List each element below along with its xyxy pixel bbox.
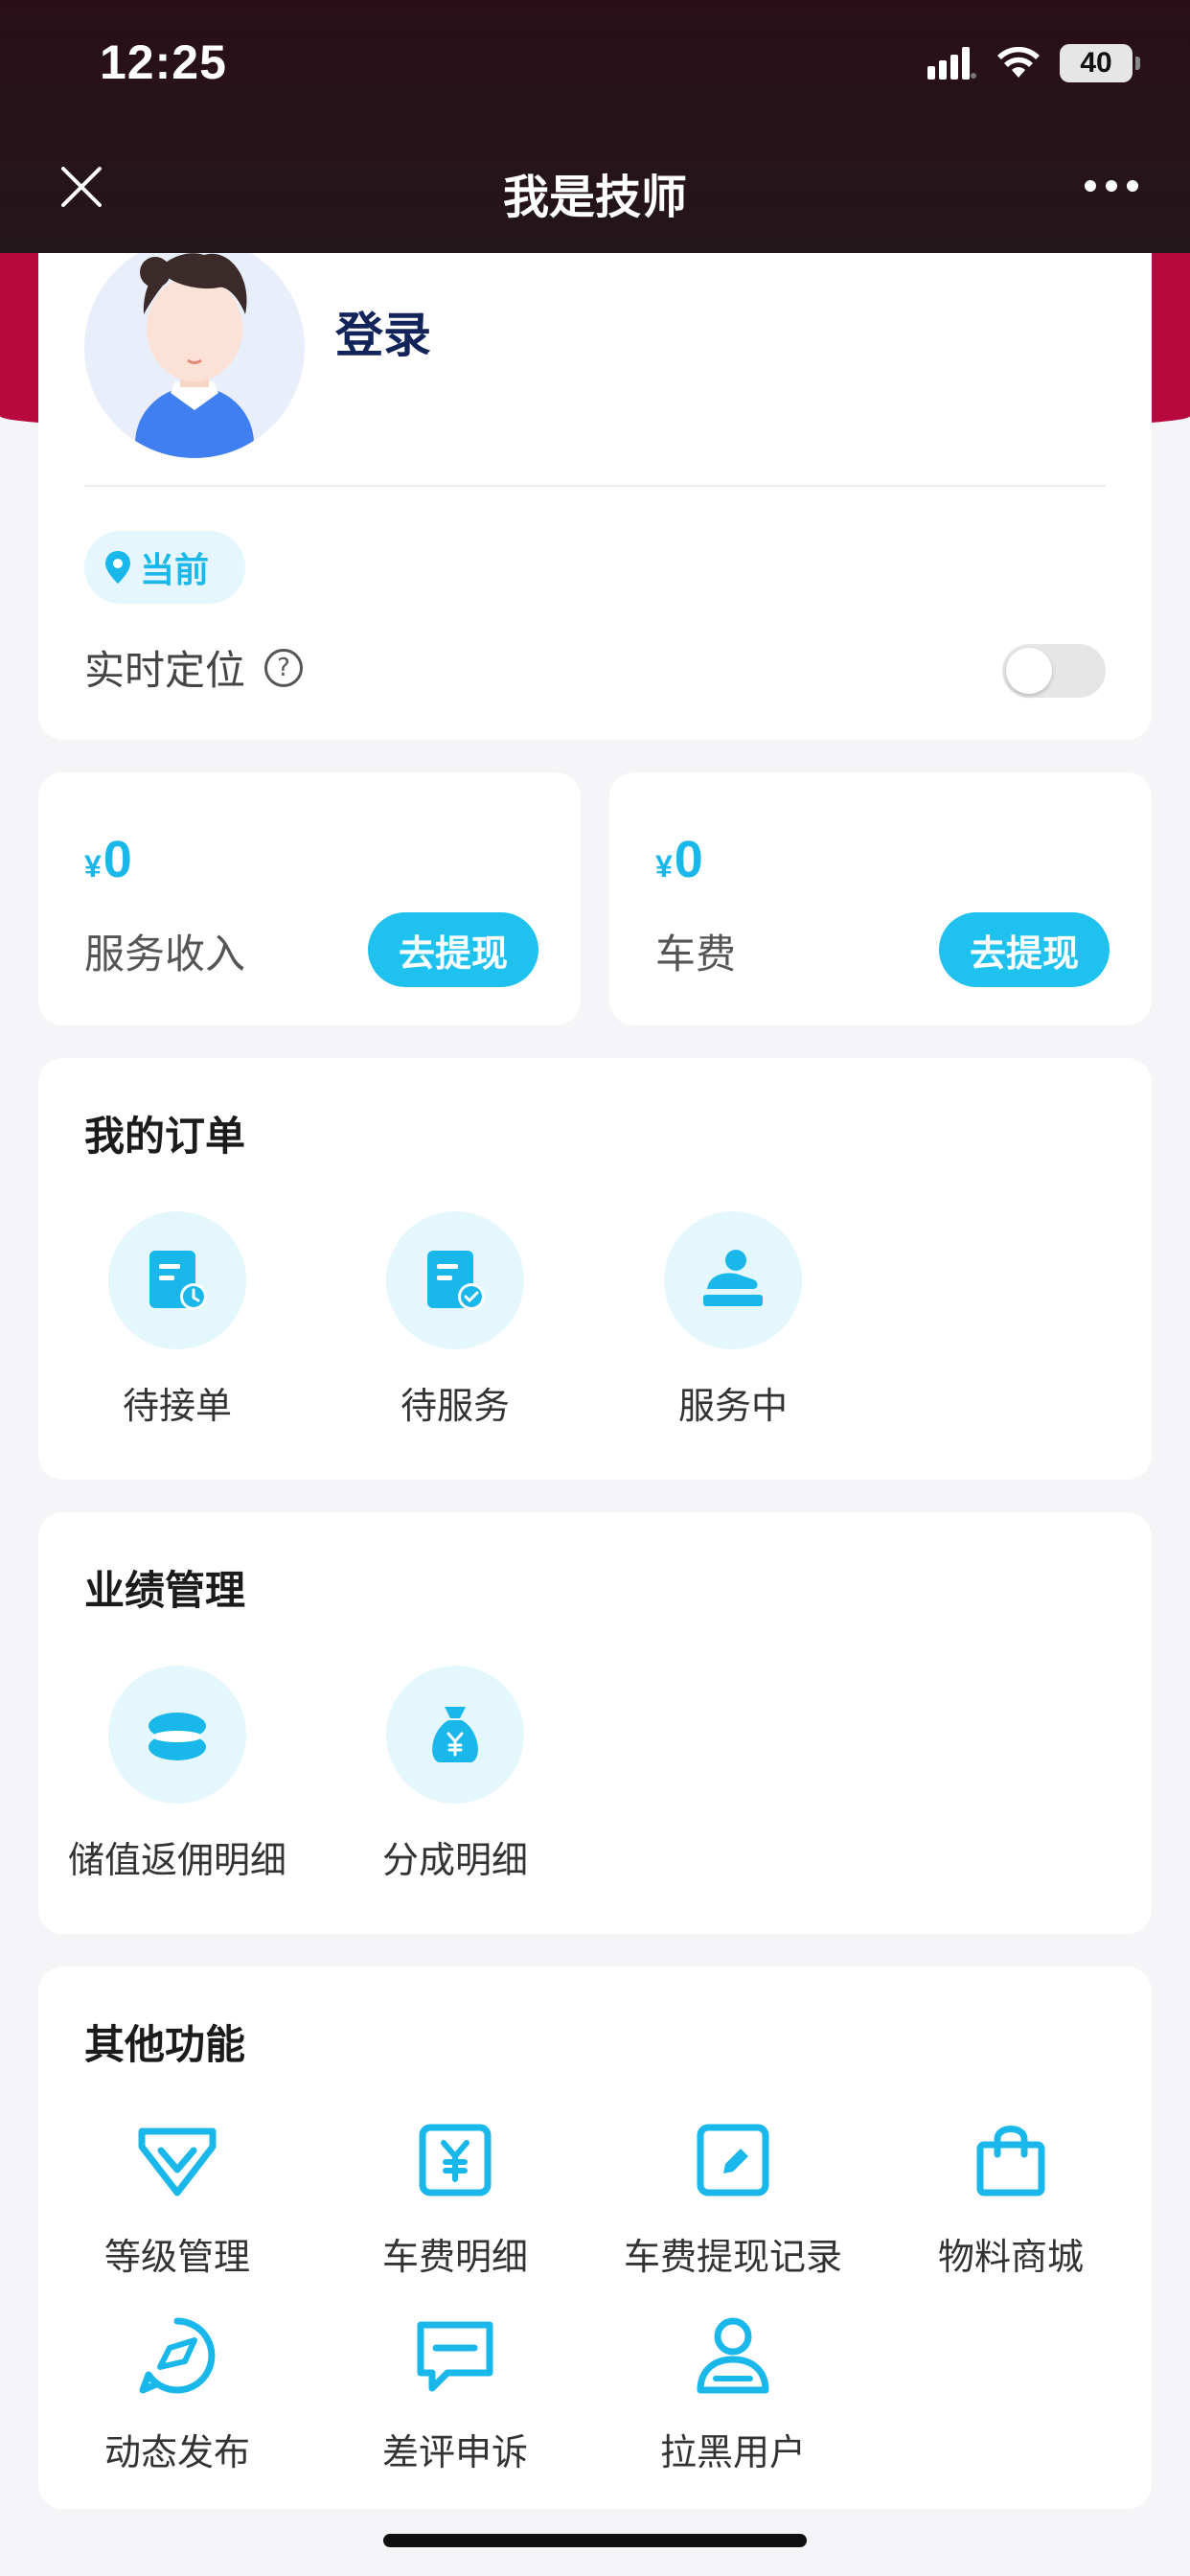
service-income-card: ¥0 服务收入 去提现: [38, 772, 581, 1025]
signal-icon: [927, 47, 976, 80]
realtime-location-row: 实时定位 ?: [84, 638, 304, 697]
status-time: 12:25: [100, 35, 227, 89]
more-icon[interactable]: [1085, 180, 1138, 192]
home-indicator[interactable]: [383, 2534, 807, 2547]
location-chip[interactable]: 当前: [84, 531, 245, 604]
perf-item-label: 分成明细: [381, 1839, 528, 1881]
car-fee-amount: ¥0: [655, 831, 703, 888]
shopping-bag-icon: [976, 2126, 1045, 2196]
order-item-label: 服务中: [677, 1385, 788, 1427]
other-item-label: 等级管理: [103, 2236, 250, 2278]
in-service-icon: [703, 1250, 763, 1306]
top-bar: 12:25 40 我是技师: [0, 0, 1190, 253]
wifi-icon: [997, 47, 1040, 78]
message-icon: [417, 2321, 493, 2392]
yen-receipt-icon: [419, 2124, 492, 2196]
order-item-label: 待接单: [122, 1385, 232, 1427]
divider: [84, 485, 1106, 487]
help-icon[interactable]: ?: [264, 648, 304, 687]
coins-icon: [149, 1713, 206, 1760]
diamond-icon: [138, 2128, 217, 2196]
perf-item-label: 储值返佣明细: [67, 1839, 286, 1881]
order-item-in-service[interactable]: 服务中: [594, 1211, 872, 1429]
performance-title: 业绩管理: [84, 1567, 246, 1614]
orders-card: 我的订单 待接单 待服务 服务中: [38, 1058, 1152, 1480]
compass-icon: [139, 2317, 216, 2394]
other-item-label: 车费明细: [381, 2236, 528, 2278]
order-item-label: 待服务: [400, 1385, 510, 1427]
order-item-pending[interactable]: 待接单: [38, 1211, 316, 1429]
money-bag-icon: [432, 1707, 478, 1762]
other-item-label: 动态发布: [103, 2431, 250, 2473]
other-item-blacklist[interactable]: 拉黑用户: [594, 2308, 872, 2475]
other-item-material-mall[interactable]: 物料商城: [872, 2112, 1150, 2280]
car-fee-label: 车费: [655, 931, 737, 978]
login-link[interactable]: 登录: [335, 297, 431, 366]
car-fee-card: ¥0 车费 去提现: [609, 772, 1152, 1025]
other-item-appeal[interactable]: 差评申诉: [316, 2308, 594, 2475]
battery-indicator: 40: [1060, 44, 1140, 82]
other-item-withdraw-record[interactable]: 车费提现记录: [594, 2112, 872, 2280]
realtime-location-label: 实时定位: [84, 647, 246, 694]
other-item-post-moment[interactable]: 动态发布: [38, 2308, 316, 2475]
other-functions-card: 其他功能 等级管理 车费明细 车费提现记录 物料商城 动态发布 差评申诉 拉黑用…: [38, 1966, 1152, 2509]
profile-card: 登录 当前 实时定位 ?: [38, 192, 1152, 740]
service-income-label: 服务收入: [84, 931, 246, 978]
car-withdraw-button[interactable]: 去提现: [939, 912, 1110, 987]
perf-item-commission[interactable]: 储值返佣明细: [38, 1666, 316, 1883]
orders-title: 我的订单: [84, 1113, 246, 1160]
user-icon: [697, 2317, 769, 2394]
other-item-label: 拉黑用户: [659, 2431, 806, 2473]
perf-item-share[interactable]: 分成明细: [316, 1666, 594, 1883]
other-item-car-fee-detail[interactable]: 车费明细: [316, 2112, 594, 2280]
edit-icon: [697, 2124, 769, 2196]
realtime-location-toggle[interactable]: [1002, 644, 1106, 698]
service-withdraw-button[interactable]: 去提现: [368, 912, 538, 987]
status-icons: 40: [927, 44, 1140, 82]
pending-order-icon: [149, 1251, 207, 1310]
avatar[interactable]: [84, 238, 305, 458]
order-item-waiting-service[interactable]: 待服务: [316, 1211, 594, 1429]
location-chip-label: 当前: [140, 551, 210, 590]
page-title: 我是技师: [502, 171, 687, 224]
performance-card: 业绩管理 储值返佣明细 分成明细: [38, 1512, 1152, 1934]
other-item-level[interactable]: 等级管理: [38, 2112, 316, 2280]
other-item-label: 差评申诉: [381, 2431, 528, 2473]
other-item-label: 物料商城: [937, 2236, 1084, 2278]
location-pin-icon: [105, 551, 130, 584]
other-item-label: 车费提现记录: [623, 2236, 842, 2278]
other-functions-title: 其他功能: [84, 2021, 246, 2068]
pending-service-icon: [427, 1251, 485, 1310]
service-income-amount: ¥0: [84, 831, 132, 888]
